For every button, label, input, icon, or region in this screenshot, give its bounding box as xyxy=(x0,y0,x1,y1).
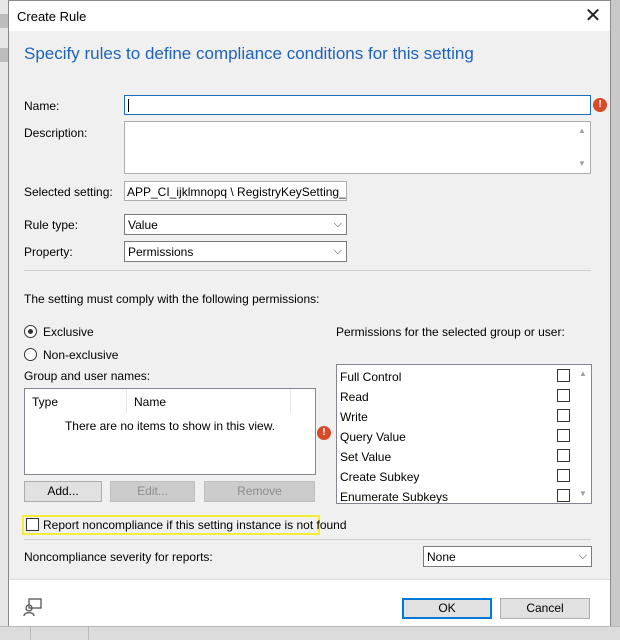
scroll-up-icon[interactable]: ▲ xyxy=(575,367,591,381)
name-input[interactable] xyxy=(124,95,591,115)
help-icon[interactable] xyxy=(23,597,43,617)
selected-setting-field[interactable]: APP_CI_ijklmnopq \ RegistryKeySetting_an… xyxy=(124,181,347,201)
dialog-content: Specify rules to define compliance condi… xyxy=(9,31,610,579)
chevron-down-icon: ⌵ xyxy=(333,218,342,230)
edit-button[interactable]: Edit... xyxy=(110,481,195,502)
permissions-scrollbar[interactable]: ▲ ▼ xyxy=(575,365,591,503)
permissions-intro: The setting must comply with the followi… xyxy=(24,292,320,306)
description-label: Description: xyxy=(24,126,88,140)
report-label: Report noncompliance if this setting ins… xyxy=(43,518,347,532)
close-icon[interactable]: ✕ xyxy=(582,5,604,27)
background-window-bottom xyxy=(0,626,620,640)
description-input[interactable]: ▲ ▼ xyxy=(124,121,591,174)
column-header-type[interactable]: Type xyxy=(25,389,127,413)
permission-label: Set Value xyxy=(340,450,392,464)
permission-row[interactable]: Query Value xyxy=(340,427,570,447)
permission-checkbox[interactable] xyxy=(557,469,570,482)
add-button[interactable]: Add... xyxy=(24,481,102,502)
scroll-down-icon[interactable]: ▼ xyxy=(574,157,590,171)
severity-label: Noncompliance severity for reports: xyxy=(24,550,213,564)
property-label: Property: xyxy=(24,245,73,259)
permission-label: Query Value xyxy=(340,430,406,444)
permission-label: Create Subkey xyxy=(340,470,420,484)
cancel-button[interactable]: Cancel xyxy=(500,598,590,619)
permission-row[interactable]: Enumerate Subkeys xyxy=(340,487,570,504)
error-icon: ! xyxy=(317,426,331,440)
exclusive-radio[interactable] xyxy=(24,325,37,338)
permission-checkbox[interactable] xyxy=(557,369,570,382)
permission-label: Full Control xyxy=(340,370,402,384)
permission-row[interactable]: Create Subkey xyxy=(340,467,570,487)
remove-button[interactable]: Remove xyxy=(204,481,315,502)
background-window-edge xyxy=(0,0,8,639)
column-header-name[interactable]: Name xyxy=(127,389,291,413)
permission-row[interactable]: Read xyxy=(340,387,570,407)
exclusive-label: Exclusive xyxy=(43,325,94,339)
report-checkbox[interactable] xyxy=(26,518,39,531)
nonexclusive-label: Non-exclusive xyxy=(43,348,119,362)
permission-label: Read xyxy=(340,390,369,404)
dialog-title: Create Rule xyxy=(17,9,87,24)
text-caret xyxy=(128,99,129,112)
permission-checkbox[interactable] xyxy=(557,389,570,402)
chevron-down-icon: ⌵ xyxy=(578,550,587,562)
ok-button[interactable]: OK xyxy=(402,598,492,619)
permission-row[interactable]: Write xyxy=(340,407,570,427)
name-label: Name: xyxy=(24,99,60,113)
create-rule-dialog: Create Rule ✕ Specify rules to define co… xyxy=(8,0,611,626)
property-value: Permissions xyxy=(128,245,194,259)
description-scrollbar[interactable]: ▲ ▼ xyxy=(574,122,590,173)
scroll-up-icon[interactable]: ▲ xyxy=(574,124,590,138)
permissions-list[interactable]: Full Control Read Write Query Value Set … xyxy=(336,364,592,504)
rule-type-value: Value xyxy=(128,218,158,232)
empty-list-message: There are no items to show in this view. xyxy=(64,419,276,433)
severity-value: None xyxy=(427,550,456,564)
permission-row[interactable]: Set Value xyxy=(340,447,570,467)
permission-row[interactable]: Full Control xyxy=(340,367,570,387)
error-icon: ! xyxy=(593,98,607,112)
title-bar: Create Rule ✕ xyxy=(9,1,610,31)
permission-checkbox[interactable] xyxy=(557,449,570,462)
permission-checkbox[interactable] xyxy=(557,489,570,502)
chevron-down-icon: ⌵ xyxy=(333,245,342,257)
divider xyxy=(24,270,591,271)
property-select[interactable]: Permissions ⌵ xyxy=(124,241,347,262)
permissions-header: Permissions for the selected group or us… xyxy=(336,325,565,339)
dialog-footer: OK Cancel xyxy=(9,579,610,626)
divider xyxy=(24,539,591,540)
group-label: Group and user names: xyxy=(24,369,151,383)
permission-label: Write xyxy=(340,410,368,424)
selected-setting-label: Selected setting: xyxy=(24,185,113,199)
severity-select[interactable]: None ⌵ xyxy=(423,546,592,567)
permission-label: Enumerate Subkeys xyxy=(340,490,449,504)
scroll-down-icon[interactable]: ▼ xyxy=(575,487,591,501)
nonexclusive-radio[interactable] xyxy=(24,348,37,361)
rule-type-select[interactable]: Value ⌵ xyxy=(124,214,347,235)
permission-checkbox[interactable] xyxy=(557,409,570,422)
rule-type-label: Rule type: xyxy=(24,218,79,232)
page-heading: Specify rules to define compliance condi… xyxy=(24,44,474,63)
group-user-list[interactable]: Type Name There are no items to show in … xyxy=(24,388,316,475)
permission-checkbox[interactable] xyxy=(557,429,570,442)
list-header: Type Name xyxy=(25,389,315,413)
